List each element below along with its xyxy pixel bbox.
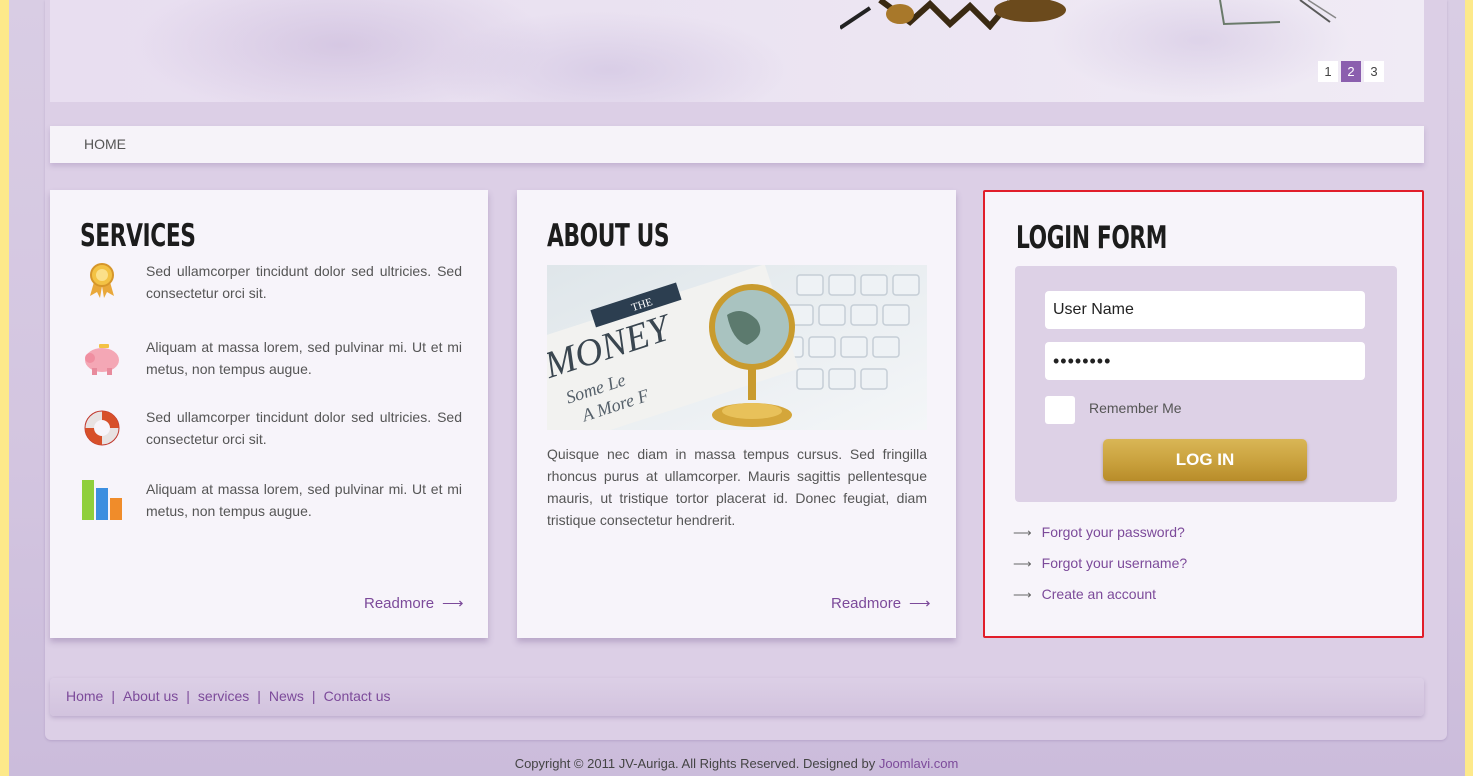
username-input[interactable] [1045, 291, 1365, 329]
service-text: Aliquam at massa lorem, sed pulvinar mi.… [146, 481, 462, 519]
service-text: Sed ullamcorper tincidunt dolor sed ultr… [146, 409, 462, 447]
separator: | [111, 688, 115, 704]
login-button[interactable]: LOG IN [1103, 439, 1307, 481]
footer-link-news[interactable]: News [269, 688, 304, 704]
lifebuoy-icon [84, 410, 120, 446]
forgot-password-link[interactable]: Forgot your password? [1042, 524, 1185, 540]
copyright-text: Copyright © 2011 JV-Auriga. All Rights R… [514, 756, 879, 771]
password-input[interactable] [1045, 342, 1365, 380]
arrow-right-icon: ⟶ [1013, 525, 1032, 540]
banner-artwork [840, 0, 1066, 30]
banner-slideshow: 1 2 3 [50, 0, 1424, 102]
footer-links: Home | About us | services | News | Contact us [66, 688, 391, 704]
footer-link-home[interactable]: Home [66, 688, 103, 704]
menu-item-home[interactable]: HOME [84, 136, 126, 152]
login-module: LOGIN FORM Remember Me LOG IN ⟶ Forgot yo… [983, 190, 1424, 638]
separator: | [257, 688, 261, 704]
about-readmore-link[interactable]: Readmore ⟶ [831, 594, 931, 612]
piggy-bank-icon [85, 344, 119, 375]
remember-me-label: Remember Me [1089, 400, 1182, 416]
arrow-right-icon: ⟶ [1013, 587, 1032, 602]
services-module: SERVICES Sed ullamcorper tincidunt dolor… [50, 190, 488, 638]
copyright: Copyright © 2011 JV-Auriga. All Rights R… [0, 756, 1473, 771]
pager-page-3[interactable]: 3 [1364, 61, 1384, 82]
services-title: SERVICES [80, 218, 196, 254]
separator: | [186, 688, 190, 704]
list-item: ⟶ Create an account [1013, 586, 1187, 617]
banner-artwork [1219, 0, 1337, 26]
pager-page-2[interactable]: 2 [1341, 61, 1361, 82]
award-ribbon-icon [90, 263, 114, 298]
arrow-right-icon: ⟶ [909, 595, 931, 612]
main-menu: HOME [50, 126, 1424, 163]
services-readmore-link[interactable]: Readmore ⟶ [364, 594, 464, 612]
login-form: Remember Me LOG IN [1015, 266, 1397, 502]
readmore-label: Readmore [364, 595, 435, 612]
login-title: LOGIN FORM [1016, 220, 1168, 256]
create-account-link[interactable]: Create an account [1042, 586, 1156, 602]
arrow-right-icon: ⟶ [442, 595, 464, 612]
slideshow-pager: 1 2 3 [1318, 61, 1384, 82]
remember-me-checkbox[interactable] [1045, 396, 1075, 424]
about-module: ABOUT US THE MONEY Some Le A More F Quis… [517, 190, 956, 638]
footer-link-contact[interactable]: Contact us [324, 688, 391, 704]
list-item: ⟶ Forgot your username? [1013, 555, 1187, 586]
about-title: ABOUT US [547, 218, 670, 254]
list-item: ⟶ Forgot your password? [1013, 524, 1187, 555]
designer-link[interactable]: Joomlavi.com [879, 756, 958, 771]
readmore-label: Readmore [831, 595, 902, 612]
service-text: Aliquam at massa lorem, sed pulvinar mi.… [146, 339, 462, 377]
arrow-right-icon: ⟶ [1013, 556, 1032, 571]
footer-menu: Home | About us | services | News | Contact us [50, 678, 1424, 716]
forgot-username-link[interactable]: Forgot your username? [1042, 555, 1188, 571]
footer-link-services[interactable]: services [198, 688, 249, 704]
login-links: ⟶ Forgot your password? ⟶ Forgot your user… [1013, 524, 1187, 617]
service-text: Sed ullamcorper tincidunt dolor sed ultr… [146, 263, 462, 301]
separator: | [311, 688, 316, 704]
about-text: Quisque nec diam in massa tempus cursus.… [547, 446, 927, 528]
pager-page-1[interactable]: 1 [1318, 61, 1338, 82]
about-photo: THE MONEY Some Le A More F [547, 265, 927, 430]
bar-chart-icon [82, 480, 122, 520]
footer-link-about[interactable]: About us [123, 688, 178, 704]
